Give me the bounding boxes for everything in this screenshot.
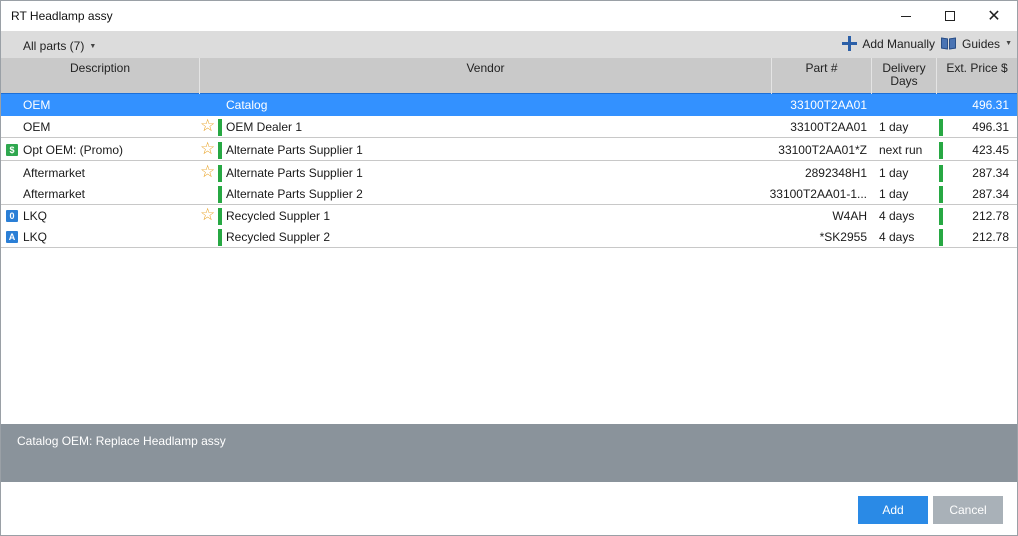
chevron-down-icon: ▼: [1005, 40, 1012, 47]
info-panel: Catalog OEM: Replace Headlamp assy: [1, 424, 1017, 482]
price-availability-bar: [939, 186, 943, 203]
row-price: 287.34: [972, 187, 1009, 201]
row-vendor: Alternate Parts Supplier 1: [226, 143, 363, 157]
star-icon[interactable]: ☆: [200, 163, 215, 181]
vendor-availability-bar: [218, 208, 222, 225]
row-vendor: Alternate Parts Supplier 1: [226, 166, 363, 180]
row-part-number: 33100T2AA01: [790, 120, 867, 134]
row-part-number: W4AH: [832, 209, 867, 223]
row-delivery-days: 1 day: [879, 166, 909, 180]
table-row[interactable]: A LKQ Recycled Suppler 2 *SK2955 4 days …: [1, 226, 1017, 248]
maximize-button[interactable]: [927, 1, 973, 31]
parts-filter-label: All parts (7): [23, 39, 85, 53]
price-availability-bar: [939, 165, 943, 182]
table-row[interactable]: Aftermarket Alternate Parts Supplier 2 3…: [1, 183, 1017, 205]
vendor-availability-bar: [218, 119, 222, 136]
plus-icon: [842, 36, 858, 51]
row-description: Opt OEM: (Promo): [23, 143, 124, 157]
row-delivery-days: 4 days: [879, 230, 915, 244]
row-price: 496.31: [972, 120, 1009, 134]
column-header-ext-price[interactable]: Ext. Price $: [937, 58, 1017, 94]
row-vendor: Recycled Suppler 1: [226, 209, 331, 223]
column-header-description[interactable]: Description: [1, 58, 200, 94]
star-icon[interactable]: ☆: [200, 117, 215, 135]
guides-dropdown[interactable]: Guides ▼: [941, 37, 1012, 51]
column-header-part-number[interactable]: Part #: [772, 58, 872, 94]
book-icon: [941, 37, 957, 50]
row-price: 212.78: [972, 230, 1009, 244]
info-text: Catalog OEM: Replace Headlamp assy: [17, 434, 226, 448]
row-delivery-days: 4 days: [879, 209, 915, 223]
promo-badge: $: [6, 144, 18, 156]
row-delivery-days: 1 day: [879, 187, 909, 201]
star-icon[interactable]: ☆: [200, 140, 215, 158]
row-vendor: Catalog: [226, 98, 268, 112]
row-price: 496.31: [972, 98, 1009, 112]
row-part-number: *SK2955: [819, 230, 867, 244]
toolbar: All parts (7) ▼ Add Manually Guides ▼: [1, 31, 1017, 58]
close-button[interactable]: ✕: [971, 1, 1017, 31]
recycled-badge: A: [6, 231, 18, 243]
row-description: OEM: [23, 120, 51, 134]
row-description: LKQ: [23, 230, 48, 244]
price-availability-bar: [939, 208, 943, 225]
table-row[interactable]: OEM Catalog 33100T2AA01 496.31: [1, 94, 1017, 116]
table-header: Description Vendor Part # Delivery Days E…: [1, 58, 1017, 94]
table-row[interactable]: $ Opt OEM: (Promo) ☆ Alternate Parts Sup…: [1, 139, 1017, 161]
recycled-badge: 0: [6, 210, 18, 222]
row-part-number: 33100T2AA01-1...: [769, 187, 867, 201]
row-part-number: 33100T2AA01*Z: [778, 143, 867, 157]
window-title: RT Headlamp assy: [11, 9, 113, 23]
row-part-number: 33100T2AA01: [790, 98, 867, 112]
vendor-availability-bar: [218, 165, 222, 182]
parts-filter-dropdown[interactable]: All parts (7) ▼: [23, 39, 96, 53]
vendor-availability-bar: [218, 229, 222, 246]
table-row[interactable]: 0 LKQ ☆ Recycled Suppler 1 W4AH 4 days 2…: [1, 205, 1017, 227]
price-availability-bar: [939, 142, 943, 159]
row-description: Aftermarket: [23, 187, 86, 201]
maximize-icon: [945, 11, 955, 21]
row-delivery-days: 1 day: [879, 120, 909, 134]
cancel-button[interactable]: Cancel: [933, 496, 1003, 524]
row-delivery-days: next run: [879, 143, 923, 157]
row-price: 212.78: [972, 209, 1009, 223]
table-row[interactable]: Aftermarket ☆ Alternate Parts Supplier 1…: [1, 162, 1017, 184]
row-description: LKQ: [23, 209, 48, 223]
row-part-number: 2892348H1: [804, 166, 867, 180]
guides-label: Guides: [962, 36, 1001, 51]
minimize-icon: [901, 15, 911, 17]
star-icon[interactable]: ☆: [200, 206, 215, 224]
row-description: OEM: [23, 98, 51, 112]
title-bar: RT Headlamp assy ✕: [1, 1, 1017, 31]
add-manually-button[interactable]: Add Manually: [842, 36, 935, 51]
row-description: Aftermarket: [23, 166, 86, 180]
add-manually-label: Add Manually: [862, 36, 936, 51]
column-header-delivery-days[interactable]: Delivery Days: [872, 58, 937, 94]
price-availability-bar: [939, 119, 943, 136]
minimize-button[interactable]: [883, 1, 929, 31]
add-button[interactable]: Add: [858, 496, 928, 524]
row-vendor: OEM Dealer 1: [226, 120, 303, 134]
vendor-availability-bar: [218, 186, 222, 203]
row-price: 423.45: [972, 143, 1009, 157]
row-vendor: Alternate Parts Supplier 2: [226, 187, 363, 201]
table-row[interactable]: OEM ☆ OEM Dealer 1 33100T2AA01 1 day 496…: [1, 116, 1017, 138]
column-header-vendor[interactable]: Vendor: [200, 58, 772, 94]
row-price: 287.34: [972, 166, 1009, 180]
row-vendor: Recycled Suppler 2: [226, 230, 331, 244]
price-availability-bar: [939, 229, 943, 246]
parts-dialog: RT Headlamp assy ✕ All parts (7) ▼ Add M…: [0, 0, 1018, 536]
chevron-down-icon: ▼: [89, 42, 97, 50]
vendor-availability-bar: [218, 142, 222, 159]
close-icon: ✕: [987, 6, 1001, 25]
